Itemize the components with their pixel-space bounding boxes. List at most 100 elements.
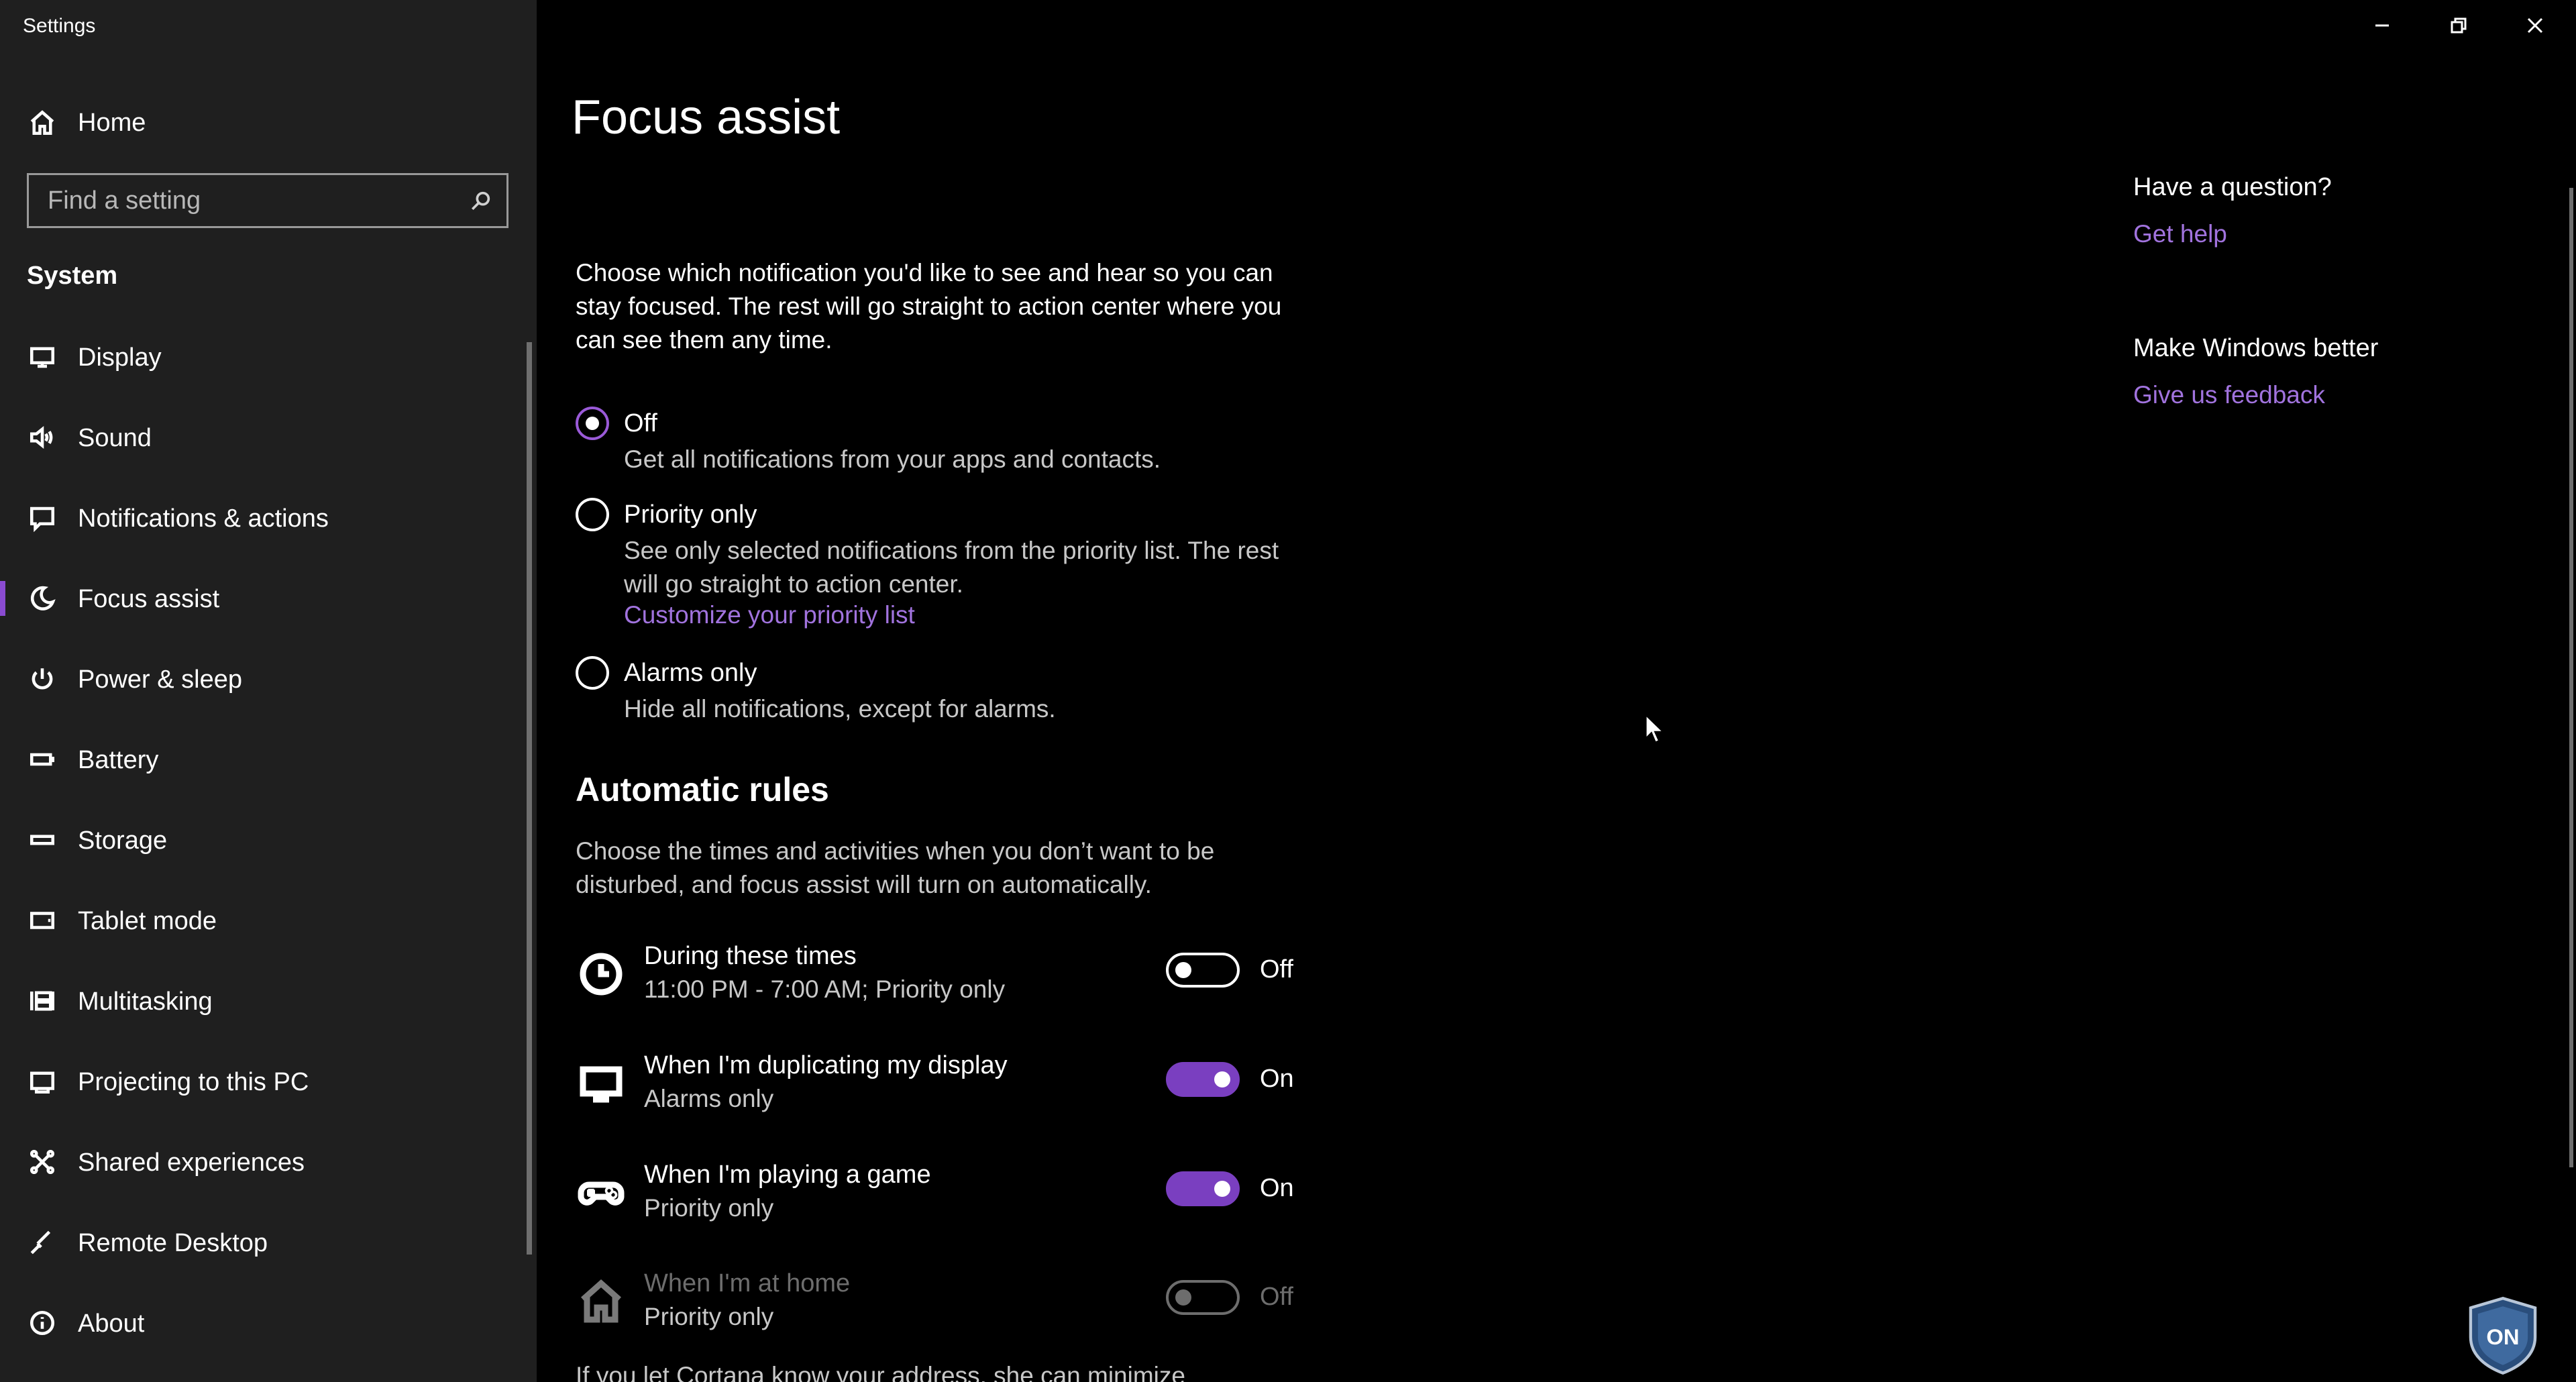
remote-desktop-icon [27,1227,58,1258]
make-windows-better-heading: Make Windows better [2133,334,2379,362]
nav-item-sound[interactable]: Sound [0,404,530,471]
nav-item-multitasking[interactable]: Multitasking [0,967,530,1034]
minimize-icon [2372,15,2392,39]
nav-item-remote-desktop[interactable]: Remote Desktop [0,1209,530,1276]
get-help-link[interactable]: Get help [2133,220,2227,248]
gamepad-icon [576,1167,627,1218]
customize-priority-link[interactable]: Customize your priority list [624,601,915,629]
toggle-state-label: Off [1260,955,1293,984]
restore-icon [2449,15,2469,39]
moon-icon [27,583,58,614]
nav-item-display[interactable]: Display [0,323,530,390]
battery-icon [27,744,58,775]
nav-item-notifications[interactable]: Notifications & actions [0,484,530,551]
nav-item-label: Multitasking [78,988,213,1016]
power-icon [27,663,58,694]
rule-title: During these times [644,942,857,970]
rule-at-home: When I'm at home Priority only Off [576,1269,1327,1363]
nav-item-battery[interactable]: Battery [0,726,530,793]
toggle-state-label: On [1260,1065,1294,1093]
nav-item-label: Tablet mode [78,907,217,935]
rule-subtitle: Alarms only [644,1085,774,1112]
nav-scrollbar[interactable] [527,342,532,1255]
search-input[interactable] [29,175,458,226]
badge-text: ON [2486,1324,2519,1349]
search-box [27,173,508,228]
notification-icon [27,502,58,533]
nav-item-label: Projecting to this PC [78,1068,309,1096]
shared-icon [27,1147,58,1177]
nav-pane: Settings Home System Display Sound [0,0,537,1382]
nav-item-label: Power & sleep [78,666,243,694]
nav-item-label: About [78,1310,145,1338]
radio-button-alarms-only[interactable] [576,656,609,690]
give-feedback-link[interactable]: Give us feedback [2133,381,2325,409]
section-title: System [27,262,118,290]
multitasking-icon [27,986,58,1016]
radio-label: Off [624,409,657,437]
rule-title: When I'm duplicating my display [644,1051,1008,1079]
speaker-icon [27,422,58,453]
intro-text: Choose which notification you'd like to … [576,259,1282,354]
help-question-heading: Have a question? [2133,173,2332,201]
automatic-rules-description: Choose the times and activities when you… [576,837,1215,898]
rule-subtitle: Priority only [644,1194,774,1222]
app-title: Settings [23,15,96,37]
toggle-duplicating-display[interactable] [1166,1062,1240,1097]
radio-description: Get all notifications from your apps and… [624,445,1161,473]
close-button[interactable] [2497,0,2573,54]
rule-during-these-times[interactable]: During these times 11:00 PM - 7:00 AM; P… [576,942,1327,1036]
radio-label: Priority only [624,500,757,529]
radio-description: See only selected notifications from the… [624,537,1279,598]
nav-item-shared-experiences[interactable]: Shared experiences [0,1128,530,1195]
restore-button[interactable] [2420,0,2497,54]
nav-item-power-sleep[interactable]: Power & sleep [0,645,530,712]
rule-playing-game[interactable]: When I'm playing a game Priority only On [576,1161,1327,1255]
nav-item-focus-assist[interactable]: Focus assist [0,565,530,632]
page-title: Focus assist [572,91,841,144]
nav-item-tablet-mode[interactable]: Tablet mode [0,887,530,954]
content-scrollbar[interactable] [2569,188,2573,1167]
home-icon [27,107,58,138]
monitor-icon [576,1058,627,1109]
rule-subtitle: 11:00 PM - 7:00 AM; Priority only [644,975,1006,1003]
nav-item-label: Battery [78,746,159,774]
info-icon [27,1308,58,1338]
nav-item-label: Display [78,343,162,372]
nav-item-label: Focus assist [78,585,220,613]
nav-item-label: Sound [78,424,152,452]
nav-item-projecting[interactable]: Projecting to this PC [0,1048,530,1115]
settings-window: Settings Home System Display Sound [0,0,2576,1382]
radio-description: Hide all notifications, except for alarm… [624,695,1056,723]
toggle-playing-game[interactable] [1166,1171,1240,1206]
monitor-icon [27,341,58,372]
radio-button-priority-only[interactable] [576,498,609,531]
radio-button-off[interactable] [576,407,609,440]
minimize-button[interactable] [2344,0,2420,54]
clock-icon [576,949,627,1000]
nav-item-label: Shared experiences [78,1149,305,1177]
radio-label: Alarms only [624,659,757,687]
storage-icon [27,825,58,855]
rule-subtitle: Priority only [644,1303,774,1330]
home-icon [576,1276,627,1327]
nav-home-label: Home [78,108,146,137]
toggle-state-label: On [1260,1174,1294,1202]
toggle-during-these-times[interactable] [1166,953,1240,988]
toggle-state-label: Off [1260,1283,1293,1311]
cortana-address-text: If you let Cortana know your address, sh… [576,1362,1185,1382]
mouse-pointer-icon [1645,714,1665,743]
nav-item-label: Notifications & actions [78,504,329,533]
automatic-rules-heading: Automatic rules [576,771,829,808]
nav-item-about[interactable]: About [0,1289,530,1357]
rule-duplicating-display[interactable]: When I'm duplicating my display Alarms o… [576,1051,1327,1145]
nav-item-storage[interactable]: Storage [0,806,530,873]
rule-title: When I'm at home [644,1269,851,1297]
nav-item-label: Storage [78,827,168,855]
close-icon [2525,15,2545,39]
nav-home[interactable]: Home [0,101,537,145]
search-icon[interactable] [465,184,497,217]
rule-title: When I'm playing a game [644,1161,931,1189]
projecting-icon [27,1066,58,1097]
toggle-at-home [1166,1280,1240,1315]
